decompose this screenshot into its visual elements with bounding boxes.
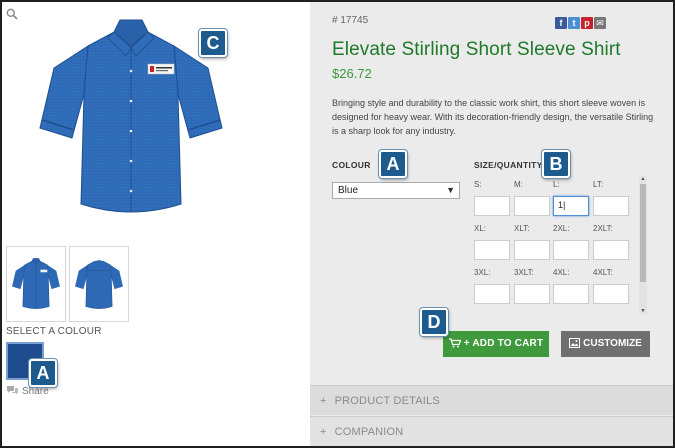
share-label: Share [22,386,49,397]
size-label-3xlt: 3XLT: [514,268,534,277]
size-quantity-label: SIZE/QUANTITY [474,160,543,170]
size-input-2xl[interactable] [553,240,589,260]
product-description: Bringing style and durability to the cla… [332,98,654,136]
size-label-l: L: [553,180,560,189]
size-cell-l: L: 1| [553,180,589,216]
size-cell-lt: LT: [593,180,629,216]
thumbnail-front[interactable] [6,246,66,322]
scrollbar-thumb[interactable] [640,184,646,282]
accordion-product-details-label: PRODUCT DETAILS [334,395,440,407]
size-label-m: M: [514,180,523,189]
product-sku: # 17745 [332,15,369,26]
size-input-s[interactable] [474,196,510,216]
size-label-lt: LT: [593,180,604,189]
size-input-m[interactable] [514,196,550,216]
search-icon[interactable] [6,8,18,20]
thumbnail-back[interactable] [69,246,129,322]
size-input-4xl[interactable] [553,284,589,304]
annotation-badge-a-colour: A [379,150,407,178]
colour-label: COLOUR [332,160,371,170]
product-page: SELECT A COLOUR Share # 17745 f t p ✉ Eleva… [0,0,675,448]
annotation-badge-d: D [420,308,448,336]
product-price: $26.72 [332,66,372,81]
size-label-xl: XL: [474,224,487,233]
size-cell-xlt: XLT: [514,224,550,260]
add-to-cart-button[interactable]: + ADD TO CART [443,331,549,357]
product-info-panel: # 17745 f t p ✉ Elevate Stirling Short Slee… [310,2,673,446]
size-cell-2xl: 2XL: [553,224,589,260]
size-label-2xlt: 2XLT: [593,224,613,233]
size-input-3xl[interactable] [474,284,510,304]
twitter-icon[interactable]: t [568,17,580,29]
size-cell-4xlt: 4XLT: [593,268,629,304]
cart-icon [448,338,461,348]
image-icon [569,338,581,348]
size-label-2xl: 2XL: [553,224,570,233]
colour-select-value: Blue [338,185,359,196]
size-input-4xlt[interactable] [593,284,629,304]
accordion-companion-label: COMPANION [334,426,404,438]
accordion-companion[interactable]: + COMPANION [310,416,673,446]
size-cell-xl: XL: [474,224,510,260]
size-input-l[interactable]: 1| [553,196,589,216]
plus-icon: + [320,395,327,407]
size-label-s: S: [474,180,482,189]
accordion-product-details[interactable]: + PRODUCT DETAILS [310,385,673,415]
colour-select[interactable]: Blue ▼ [332,182,460,199]
annotation-badge-c: C [199,29,227,57]
annotation-badge-b: B [542,150,570,178]
size-input-xlt[interactable] [514,240,550,260]
facebook-icon[interactable]: f [555,17,567,29]
size-input-xl[interactable] [474,240,510,260]
select-colour-label: SELECT A COLOUR [6,326,102,337]
size-label-4xl: 4XL: [553,268,570,277]
scroll-down-arrow-icon[interactable]: ▼ [639,308,647,314]
size-cell-2xlt: 2XLT: [593,224,629,260]
customize-label: CUSTOMIZE [583,338,642,349]
speech-bubble-icon [7,386,18,395]
size-cell-4xl: 4XL: [553,268,589,304]
social-share-bar: f t p ✉ [555,13,607,29]
size-cell-m: M: [514,180,550,216]
size-input-2xlt[interactable] [593,240,629,260]
dropdown-arrow-icon: ▼ [446,185,455,195]
size-input-3xlt[interactable] [514,284,550,304]
scroll-up-arrow-icon[interactable]: ▲ [639,176,647,182]
size-label-xlt: XLT: [514,224,530,233]
size-cell-s: S: [474,180,510,216]
size-label-4xlt: 4XLT: [593,268,613,277]
customize-button[interactable]: CUSTOMIZE [561,331,650,357]
add-to-cart-label: + ADD TO CART [463,338,544,349]
product-title: Elevate Stirling Short Sleeve Shirt [332,39,621,60]
size-input-lt[interactable] [593,196,629,216]
size-grid-scrollbar[interactable]: ▲ ▼ [639,176,647,314]
pinterest-icon[interactable]: p [581,17,593,29]
plus-icon: + [320,426,327,438]
product-main-image[interactable] [36,16,226,221]
size-cell-3xl: 3XL: [474,268,510,304]
size-quantity-grid: S: M: L: 1| LT: XL: XLT: 2XL: 2XLT: 3XL:… [474,180,636,310]
email-icon[interactable]: ✉ [594,17,606,29]
size-label-3xl: 3XL: [474,268,491,277]
size-cell-3xlt: 3XLT: [514,268,550,304]
annotation-badge-a-swatch: A [29,359,57,387]
